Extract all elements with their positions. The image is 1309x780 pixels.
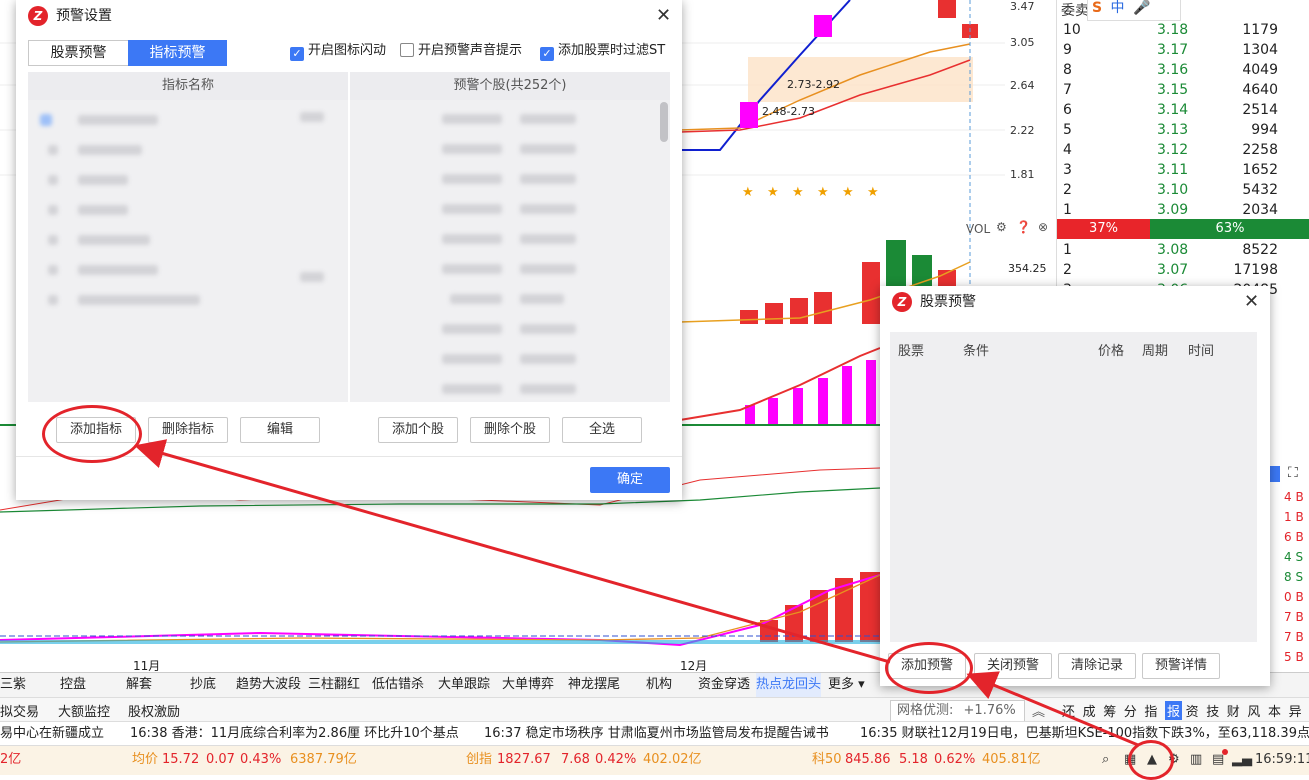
annotation-arrows — [134, 439, 1139, 747]
